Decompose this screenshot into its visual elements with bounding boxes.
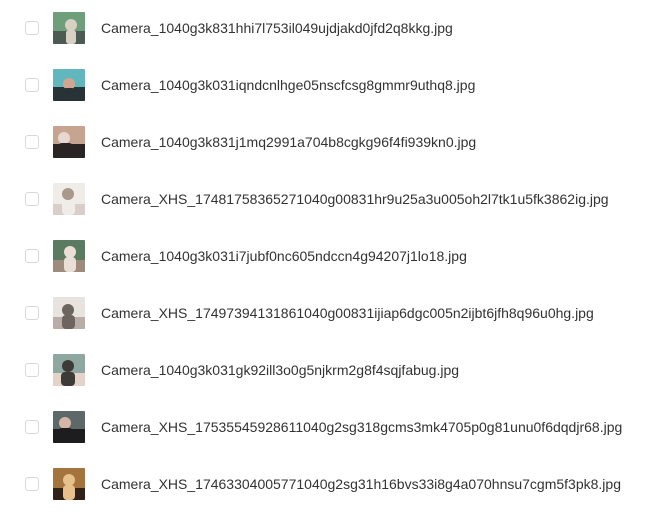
file-row[interactable]: Camera_1040g3k031i7jubf0nc605ndccn4g9420… <box>0 236 649 276</box>
photo-thumbnail-icon[interactable] <box>53 297 85 329</box>
file-checkbox[interactable] <box>25 306 39 320</box>
file-checkbox[interactable] <box>25 135 39 149</box>
file-row[interactable]: Camera_1040g3k031iqndcnlhge05nscfcsg8gmm… <box>0 65 649 105</box>
photo-thumbnail-icon[interactable] <box>53 12 85 44</box>
file-row[interactable]: Camera_1040g3k031gk92ill3o0g5njkrm2g8f4s… <box>0 350 649 390</box>
file-row[interactable]: Camera_XHS_17535545928611040g2sg318gcms3… <box>0 407 649 447</box>
file-name[interactable]: Camera_XHS_17463304005771040g2sg31h16bvs… <box>101 474 621 494</box>
file-name[interactable]: Camera_1040g3k831j1mq2991a704b8cgkg96f4f… <box>101 132 476 152</box>
file-row[interactable]: Camera_XHS_17463304005771040g2sg31h16bvs… <box>0 464 649 504</box>
file-checkbox[interactable] <box>25 78 39 92</box>
file-row[interactable]: Camera_1040g3k831hhi7l753il049ujdjakd0jf… <box>0 8 649 48</box>
photo-thumbnail-icon[interactable] <box>53 411 85 443</box>
file-name[interactable]: Camera_XHS_17481758365271040g00831hr9u25… <box>101 189 609 209</box>
file-checkbox[interactable] <box>25 477 39 491</box>
file-list: Camera_1040g3k831hhi7l753il049ujdjakd0jf… <box>0 0 649 512</box>
file-checkbox[interactable] <box>25 363 39 377</box>
photo-thumbnail-icon[interactable] <box>53 240 85 272</box>
photo-thumbnail-icon[interactable] <box>53 354 85 386</box>
file-checkbox[interactable] <box>25 249 39 263</box>
file-name[interactable]: Camera_1040g3k031gk92ill3o0g5njkrm2g8f4s… <box>101 360 459 380</box>
file-checkbox[interactable] <box>25 21 39 35</box>
file-name[interactable]: Camera_XHS_17535545928611040g2sg318gcms3… <box>101 417 622 437</box>
file-row[interactable]: Camera_1040g3k831j1mq2991a704b8cgkg96f4f… <box>0 122 649 162</box>
file-name[interactable]: Camera_1040g3k031i7jubf0nc605ndccn4g9420… <box>101 246 467 266</box>
photo-thumbnail-icon[interactable] <box>53 69 85 101</box>
file-name[interactable]: Camera_1040g3k831hhi7l753il049ujdjakd0jf… <box>101 18 453 38</box>
file-row[interactable]: Camera_XHS_17481758365271040g00831hr9u25… <box>0 179 649 219</box>
file-row[interactable]: Camera_XHS_17497394131861040g00831ijiap6… <box>0 293 649 333</box>
photo-thumbnail-icon[interactable] <box>53 468 85 500</box>
file-checkbox[interactable] <box>25 420 39 434</box>
photo-thumbnail-icon[interactable] <box>53 126 85 158</box>
file-name[interactable]: Camera_XHS_17497394131861040g00831ijiap6… <box>101 303 594 323</box>
photo-thumbnail-icon[interactable] <box>53 183 85 215</box>
file-name[interactable]: Camera_1040g3k031iqndcnlhge05nscfcsg8gmm… <box>101 75 475 95</box>
file-checkbox[interactable] <box>25 192 39 206</box>
